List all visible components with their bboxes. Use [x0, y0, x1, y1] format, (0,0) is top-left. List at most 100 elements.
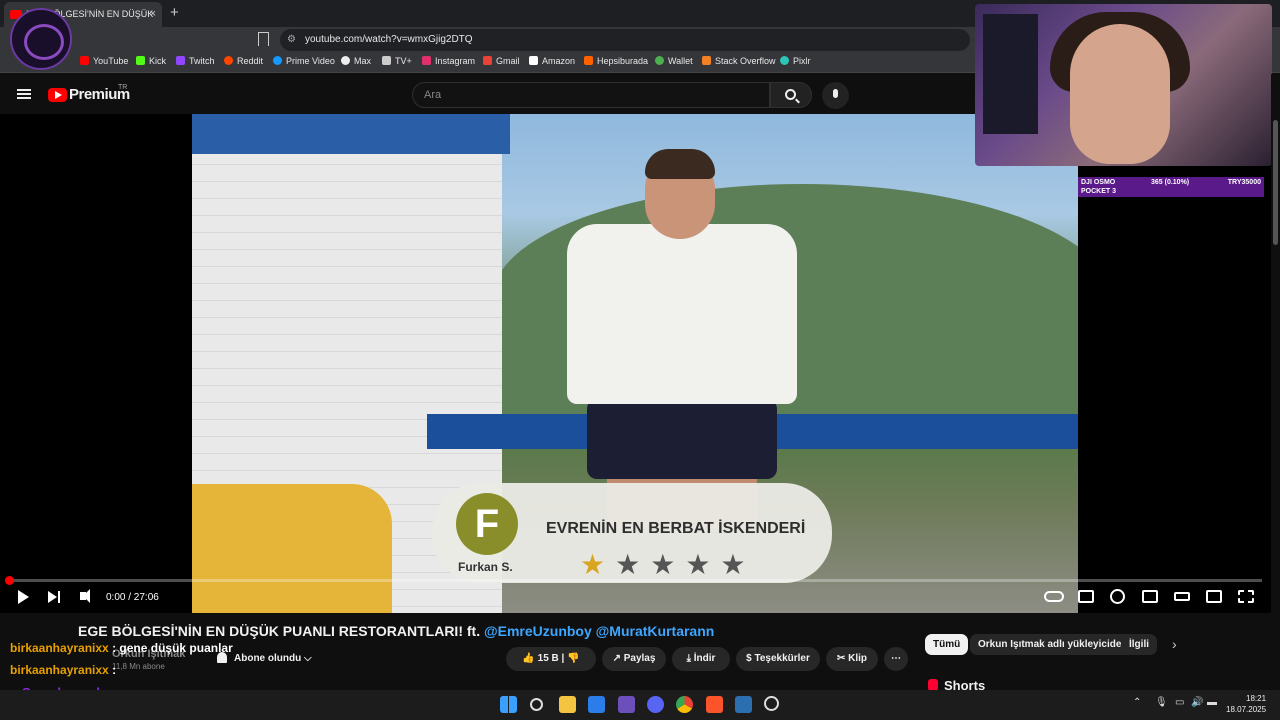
goal-item-line2: POCKET 3	[1081, 188, 1117, 195]
twitch-icon	[176, 56, 185, 65]
taskbar-clock[interactable]: 18:21 18.07.2025	[1226, 693, 1266, 715]
stream-logo	[10, 8, 72, 70]
reviewer-avatar: F	[456, 493, 518, 555]
region-code: TR	[118, 84, 128, 91]
time-display: 0:00 / 27:06	[106, 592, 159, 603]
tray-chevron-icon[interactable]: ⌃	[1133, 697, 1141, 708]
scene-roof	[192, 114, 510, 154]
instagram-icon	[422, 56, 431, 65]
bookmark-stack-overflow[interactable]: Stack Overflow	[702, 56, 776, 66]
autoplay-toggle[interactable]	[1044, 591, 1064, 602]
share-icon: ↗	[612, 653, 624, 664]
mention-link[interactable]: @MuratKurtarann	[596, 623, 715, 639]
bookmark-kick[interactable]: Kick	[136, 56, 166, 66]
bookmark-instagram[interactable]: Instagram	[422, 56, 475, 66]
bookmark-prime-video[interactable]: Prime Video	[273, 56, 335, 66]
next-bar-icon	[58, 591, 60, 603]
bookmark-tv-plus[interactable]: TV+	[382, 56, 412, 66]
youtube-icon	[80, 56, 89, 65]
max-icon	[341, 56, 350, 65]
network-icon[interactable]: ▭	[1175, 697, 1184, 708]
bookmark-amazon[interactable]: Amazon	[529, 56, 575, 66]
amazon-icon	[529, 56, 538, 65]
prime-video-icon	[273, 56, 282, 65]
chevron-down-icon: ⌵	[304, 653, 312, 664]
clip-button[interactable]: ✂ Klip	[826, 647, 878, 671]
progress-bar[interactable]	[8, 579, 1262, 582]
gmail-icon	[483, 56, 492, 65]
bookmark-twitch[interactable]: Twitch	[176, 56, 215, 66]
thumbs-up-icon: 👍	[522, 653, 538, 664]
youtube-logo-icon[interactable]	[48, 88, 67, 102]
thumbs-down-icon[interactable]: | 👎	[559, 653, 580, 664]
chat-message: birkaanhayranixx :	[10, 663, 117, 677]
more-actions-button[interactable]: ⋯	[884, 647, 908, 671]
next-icon[interactable]	[48, 591, 57, 603]
tv-plus-icon	[382, 56, 391, 65]
new-tab-button[interactable]: +	[170, 4, 179, 21]
kick-icon	[136, 56, 145, 65]
bookmark-reddit[interactable]: Reddit	[224, 56, 263, 66]
theater-mode-icon[interactable]	[1174, 592, 1190, 601]
mention-link[interactable]: @EmreUzunboy	[484, 623, 592, 639]
bookmark-hepsiburada[interactable]: Hepsiburada	[584, 56, 648, 66]
bookmark-max[interactable]: Max	[341, 56, 371, 66]
chip-related[interactable]: İlgili	[1121, 634, 1157, 655]
goal-item-line1: DJI OSMO	[1081, 179, 1116, 186]
taskbar-search-icon[interactable]	[530, 698, 543, 711]
obs-icon[interactable]	[764, 696, 779, 711]
miniplayer-icon[interactable]	[1142, 590, 1158, 603]
bookmark-gmail[interactable]: Gmail	[483, 56, 520, 66]
steam-icon[interactable]	[735, 696, 752, 713]
chip-from-uploader[interactable]: Orkun Işıtmak adlı yükleyiciden	[970, 634, 1136, 655]
volume-icon[interactable]	[80, 589, 90, 603]
cast-icon[interactable]	[1206, 590, 1222, 603]
battery-icon[interactable]: ▬	[1207, 697, 1217, 708]
play-icon[interactable]	[18, 590, 29, 604]
scissors-icon: ✂	[836, 653, 849, 664]
bookmark-wallet[interactable]: Wallet	[655, 56, 693, 66]
pixlr-icon	[780, 56, 789, 65]
like-dislike-button[interactable]: 👍 15 B | 👎	[506, 647, 596, 671]
progress-scrubber[interactable]	[5, 576, 14, 585]
chrome-icon[interactable]	[676, 696, 693, 713]
store-icon[interactable]	[588, 696, 605, 713]
video-title: EGE BÖLGESİ'NİN EN DÜŞÜK PUANLI RESTORAN…	[78, 623, 715, 639]
bookmark-icon[interactable]	[258, 32, 269, 46]
wallet-icon	[655, 56, 664, 65]
url-field[interactable]: ⚙ youtube.com/watch?v=wmxGjig2DTQ	[280, 29, 970, 51]
thanks-button[interactable]: $ Teşekkürler	[736, 647, 820, 671]
share-button[interactable]: ↗ Paylaş	[602, 647, 666, 671]
search-button[interactable]	[770, 82, 812, 108]
chevron-right-icon[interactable]: ›	[1172, 636, 1177, 652]
subscriber-count: 11,8 Mn abone	[112, 662, 165, 671]
voice-search-button[interactable]	[822, 82, 849, 109]
fullscreen-icon[interactable]	[1238, 590, 1254, 603]
app-icon[interactable]	[618, 696, 635, 713]
microphone-icon[interactable]: 🎙	[1155, 697, 1168, 708]
menu-icon[interactable]	[17, 89, 31, 99]
goal-target: TRY35000	[1227, 179, 1261, 186]
scrollbar-thumb[interactable]	[1273, 120, 1278, 245]
url-text: youtube.com/watch?v=wmxGjig2DTQ	[305, 34, 473, 45]
streamer-webcam	[975, 4, 1272, 166]
subtitles-icon[interactable]	[1078, 590, 1094, 603]
star-empty-icon: ★★★★	[615, 549, 756, 580]
tab-close-button[interactable]: ×	[150, 2, 156, 27]
reviewer-name: Furkan S.	[458, 560, 513, 574]
person-hair	[645, 149, 715, 179]
webcam-face	[1070, 24, 1170, 164]
discord-icon[interactable]	[647, 696, 664, 713]
chat-message: birkaanhayranixx : gene düşük puanlar	[10, 641, 233, 655]
start-menu-icon[interactable]	[500, 696, 517, 713]
chip-all[interactable]: Tümü	[925, 634, 969, 655]
search-input[interactable]: Ara	[412, 82, 770, 108]
site-info-icon[interactable]: ⚙	[287, 29, 296, 51]
bookmark-youtube[interactable]: YouTube	[80, 56, 128, 66]
brave-icon[interactable]	[706, 696, 723, 713]
volume-tray-icon[interactable]: 🔊	[1191, 697, 1203, 708]
settings-gear-icon[interactable]	[1110, 589, 1125, 604]
download-button[interactable]: ⤓ İndir	[672, 647, 730, 671]
file-explorer-icon[interactable]	[559, 696, 576, 713]
bookmark-pixlr[interactable]: Pixlr	[780, 56, 811, 66]
